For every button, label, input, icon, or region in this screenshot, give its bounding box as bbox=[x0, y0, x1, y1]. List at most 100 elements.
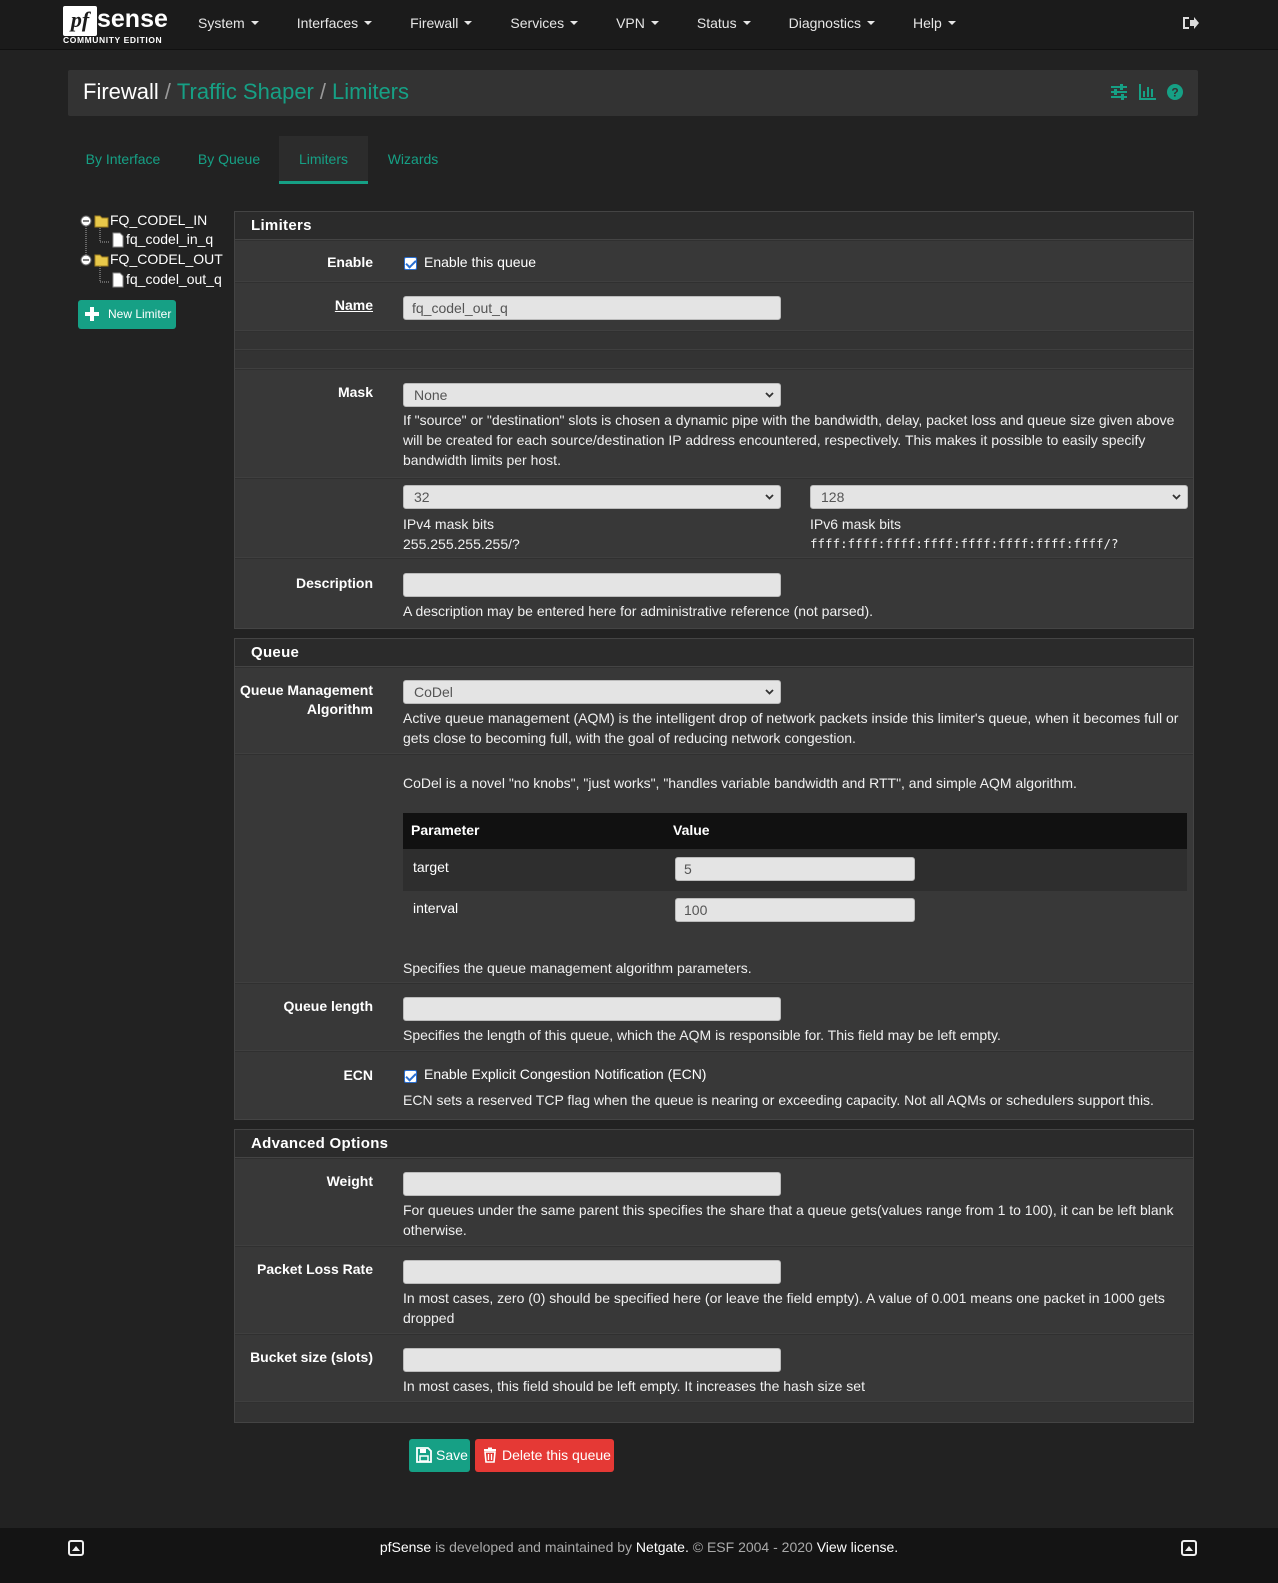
new-limiter-button[interactable]: New Limiter bbox=[78, 300, 176, 329]
caret-down-icon bbox=[464, 21, 473, 26]
sliders-icon[interactable] bbox=[1110, 83, 1128, 101]
menu-vpn[interactable]: VPN bbox=[616, 0, 659, 50]
chevron-down-icon bbox=[765, 689, 774, 695]
description-label: Description bbox=[295, 575, 373, 591]
name-row: Name fq_codel_out_q bbox=[235, 283, 1193, 331]
tab-limiters[interactable]: Limiters bbox=[279, 136, 368, 184]
panel-title: Advanced Options bbox=[235, 1130, 1193, 1158]
ipv4-mask-bits-select[interactable]: 32 bbox=[403, 485, 781, 509]
spacer-row bbox=[235, 351, 1193, 369]
chevron-down-icon bbox=[1172, 494, 1181, 500]
delete-label: Delete this queue bbox=[502, 1447, 611, 1463]
tree-label: FQ_CODEL_IN bbox=[110, 212, 208, 228]
logo-edition: COMMUNITY EDITION bbox=[63, 35, 163, 45]
caret-down-icon bbox=[742, 21, 751, 26]
tree-limiter-fq-codel-out[interactable]: FQ_CODEL_OUT bbox=[80, 251, 223, 268]
caret-down-icon bbox=[364, 21, 373, 26]
bar-chart-icon[interactable] bbox=[1138, 83, 1156, 101]
pfsense-logo[interactable]: pf sense COMMUNITY EDITION bbox=[63, 5, 173, 46]
logo-pf: pf bbox=[63, 6, 97, 36]
param-column-header: Parameter bbox=[411, 822, 480, 838]
enable-checkbox-label[interactable]: Enable this queue bbox=[424, 254, 536, 270]
menu-interfaces[interactable]: Interfaces bbox=[296, 0, 373, 50]
breadcrumb-traffic-shaper[interactable]: Traffic Shaper bbox=[177, 79, 314, 104]
param-target-input[interactable]: 5 bbox=[675, 857, 915, 881]
ecn-checkbox-label[interactable]: Enable Explicit Congestion Notification … bbox=[424, 1066, 706, 1082]
description-row: Description A description may be entered… bbox=[235, 559, 1193, 628]
aqm-params-row: CoDel is a novel "no knobs", "just works… bbox=[235, 755, 1193, 983]
breadcrumb: Firewall / Traffic Shaper / Limiters bbox=[83, 79, 409, 105]
spacer-row bbox=[235, 332, 1193, 350]
tab-wizards[interactable]: Wizards bbox=[378, 136, 448, 184]
menu-label: Interfaces bbox=[296, 15, 359, 31]
packet-loss-label: Packet Loss Rate bbox=[257, 1261, 373, 1277]
queue-panel: Queue Queue Management Algorithm CoDel Ac… bbox=[234, 638, 1194, 1120]
caret-down-icon bbox=[250, 21, 259, 26]
mask-select[interactable]: None bbox=[403, 383, 781, 407]
menu-system[interactable]: System bbox=[198, 0, 259, 50]
aqm-row: Queue Management Algorithm CoDel Active q… bbox=[235, 668, 1193, 754]
aqm-select[interactable]: CoDel bbox=[403, 680, 781, 704]
menu-label: Status bbox=[696, 15, 737, 31]
save-icon bbox=[416, 1447, 432, 1463]
queue-length-help: Specifies the length of this queue, whic… bbox=[403, 1027, 1001, 1043]
logout-icon[interactable] bbox=[1181, 14, 1199, 32]
caret-down-icon bbox=[866, 21, 875, 26]
menu-status[interactable]: Status bbox=[697, 0, 751, 50]
bucket-size-input[interactable] bbox=[403, 1348, 781, 1372]
help-icon[interactable]: ? bbox=[1166, 83, 1184, 101]
ecn-help: ECN sets a reserved TCP flag when the qu… bbox=[403, 1092, 1154, 1108]
tab-by-interface[interactable]: By Interface bbox=[68, 136, 178, 184]
table-row: target 5 bbox=[403, 849, 1187, 891]
mask-select-value: None bbox=[414, 387, 448, 403]
breadcrumb-firewall: Firewall bbox=[83, 79, 159, 104]
packet-loss-input[interactable] bbox=[403, 1260, 781, 1284]
ipv6-mask-hint: ffff:ffff:ffff:ffff:ffff:ffff:ffff:ffff/… bbox=[810, 536, 1119, 551]
ecn-checkbox[interactable] bbox=[404, 1070, 417, 1083]
ipv6-mask-bits-select[interactable]: 128 bbox=[810, 485, 1188, 509]
tree-limiter-fq-codel-in[interactable]: FQ_CODEL_IN bbox=[80, 212, 207, 229]
description-input[interactable] bbox=[403, 573, 781, 597]
description-help: A description may be entered here for ad… bbox=[403, 603, 874, 619]
file-icon bbox=[112, 272, 124, 288]
tab-by-queue[interactable]: By Queue bbox=[188, 136, 270, 184]
menu-label: Diagnostics bbox=[788, 15, 861, 31]
enable-row: Enable Enable this queue bbox=[235, 241, 1193, 282]
save-button[interactable]: Save bbox=[409, 1439, 470, 1472]
footer-netgate-link[interactable]: Netgate. bbox=[636, 1539, 689, 1555]
delete-queue-button[interactable]: Delete this queue bbox=[475, 1439, 614, 1472]
mask-help: If "source" or "destination" slots is ch… bbox=[403, 412, 1175, 468]
menu-help[interactable]: Help bbox=[913, 0, 956, 50]
ipv6-mask-bits-label: IPv6 mask bits bbox=[810, 516, 902, 532]
menu-diagnostics[interactable]: Diagnostics bbox=[789, 0, 875, 50]
tree-label: fq_codel_in_q bbox=[126, 231, 214, 247]
bucket-size-row: Bucket size (slots) In most cases, this … bbox=[235, 1335, 1193, 1402]
aqm-label-line1: Queue Management bbox=[239, 682, 373, 698]
param-interval-input[interactable]: 100 bbox=[675, 898, 915, 922]
table-header: Parameter Value bbox=[403, 813, 1187, 849]
footer-copyright: © ESF 2004 - 2020 bbox=[688, 1539, 817, 1555]
name-input[interactable]: fq_codel_out_q bbox=[403, 296, 781, 320]
tree-queue-fq-codel-out-q[interactable]: fq_codel_out_q bbox=[110, 271, 222, 288]
menu-firewall[interactable]: Firewall bbox=[410, 0, 473, 50]
footer-license-link[interactable]: View license. bbox=[817, 1539, 898, 1555]
enable-checkbox[interactable] bbox=[404, 257, 417, 270]
panel-title: Queue bbox=[235, 639, 1193, 667]
advanced-options-panel: Advanced Options Weight For queues under… bbox=[234, 1129, 1194, 1423]
packet-loss-help: In most cases, zero (0) should be specif… bbox=[403, 1290, 1165, 1326]
aqm-label-line2: Algorithm bbox=[306, 701, 373, 717]
weight-input[interactable] bbox=[403, 1172, 781, 1196]
queue-length-input[interactable] bbox=[403, 997, 781, 1021]
weight-row: Weight For queues under the same parent … bbox=[235, 1159, 1193, 1246]
tree-queue-fq-codel-in-q[interactable]: fq_codel_in_q bbox=[110, 231, 213, 248]
scroll-top-icon[interactable] bbox=[1181, 1540, 1197, 1556]
caret-down-icon bbox=[650, 21, 659, 26]
value-column-header: Value bbox=[673, 822, 710, 838]
breadcrumb-limiters[interactable]: Limiters bbox=[332, 79, 409, 104]
ipv4-select-value: 32 bbox=[414, 489, 430, 505]
ipv4-mask-bits-label: IPv4 mask bits bbox=[403, 516, 495, 532]
menu-services[interactable]: Services bbox=[510, 0, 579, 50]
ipv4-mask-hint: 255.255.255.255/? bbox=[403, 536, 520, 552]
chevron-down-icon bbox=[765, 494, 774, 500]
trash-icon bbox=[484, 1447, 496, 1463]
